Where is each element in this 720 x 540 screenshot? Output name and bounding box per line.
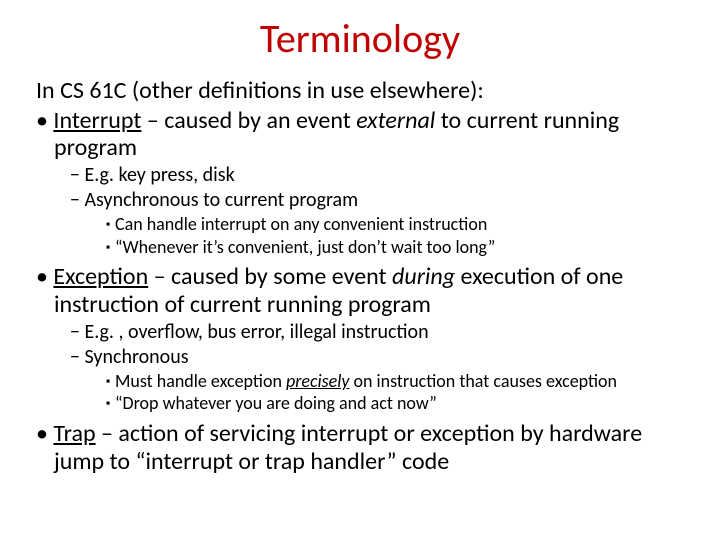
exception-sub-sync: Synchronous [36,346,684,369]
interrupt-sub-async: Asynchronous to current program [36,189,684,212]
exception-sub-sync-a: Must handle exception precisely on instr… [36,371,684,392]
exception-sub-sync-a-post: on instruction that causes exception [349,370,617,392]
exception-sub-sync-a-pre: Must handle exception [115,370,286,392]
interrupt-sub-async-a: Can handle interrupt on any convenient i… [36,214,684,235]
term-interrupt: Interrupt [53,106,141,135]
interrupt-sub-async-b: “Whenever it’s convenient, just don’t wa… [36,237,684,258]
exception-pre: – caused by some event [148,262,392,291]
bullet-exception: Exception – caused by some event during … [36,263,684,318]
interrupt-em: external [356,106,435,135]
term-trap: Trap [53,419,95,448]
exception-em: during [392,262,455,291]
bullet-trap: Trap – action of servicing interrupt or … [36,420,684,475]
term-exception: Exception [53,262,148,291]
slide-title: Terminology [36,14,684,63]
exception-sub-sync-a-em: precisely [286,370,349,392]
bullet-interrupt: Interrupt – caused by an event external … [36,107,684,162]
interrupt-sub-keypress: E.g. key press, disk [36,164,684,187]
interrupt-pre: – caused by an event [141,106,356,135]
slide: Terminology In CS 61C (other definitions… [0,0,720,540]
trap-rest: – action of servicing interrupt or excep… [54,419,642,476]
exception-sub-examples: E.g. , overflow, bus error, illegal inst… [36,321,684,344]
intro-text: In CS 61C (other definitions in use else… [36,77,684,105]
exception-sub-sync-b: “Drop whatever you are doing and act now… [36,393,684,414]
